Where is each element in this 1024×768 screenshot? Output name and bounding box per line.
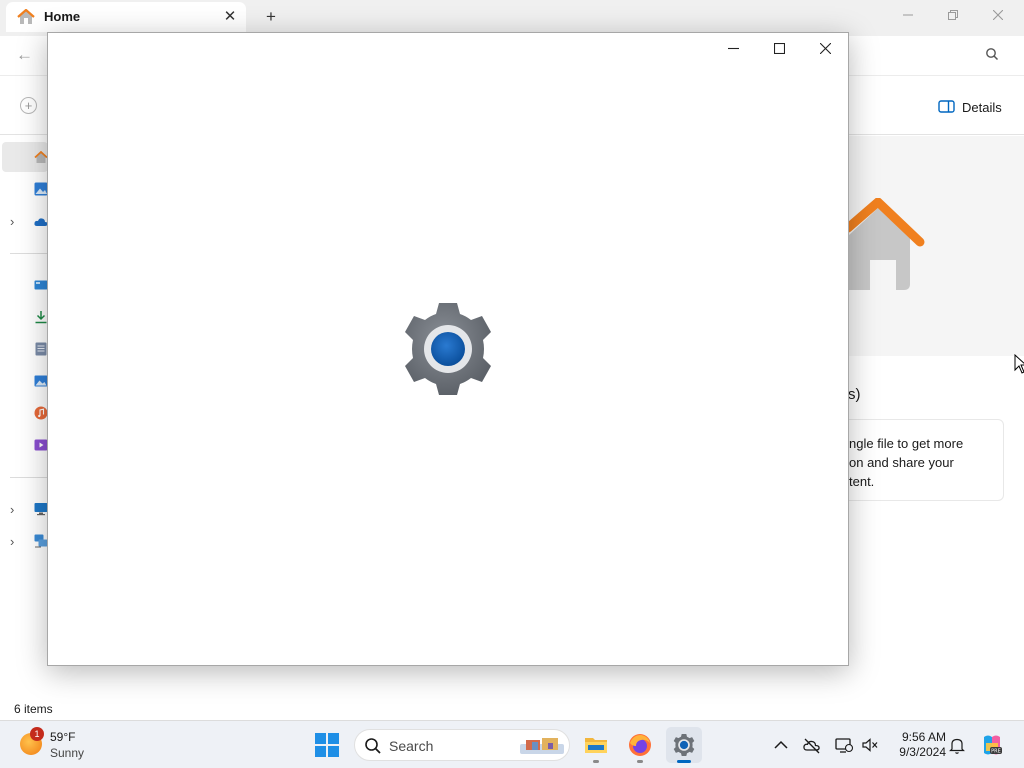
running-indicator <box>593 760 599 763</box>
nav-divider <box>10 253 50 254</box>
details-info-card: ngle file to get more on and share your … <box>838 419 1004 501</box>
system-clock[interactable]: 9:56 AM 9/3/2024 <box>884 730 946 760</box>
taskbar-search-label: Search <box>389 738 434 754</box>
minimize-icon <box>903 14 913 16</box>
search-icon <box>365 738 381 754</box>
home-icon <box>34 151 48 163</box>
taskbar-search-box[interactable]: Search <box>354 729 570 761</box>
nav-divider <box>10 477 50 478</box>
minimize-icon <box>727 47 739 50</box>
new-item-button[interactable]: + <box>20 97 37 114</box>
maximize-icon <box>773 42 785 55</box>
gallery-icon[interactable] <box>34 182 48 196</box>
explorer-minimize-button[interactable] <box>895 4 921 26</box>
network-icon[interactable] <box>834 735 854 755</box>
firefox-icon <box>629 734 651 756</box>
new-tab-button[interactable]: + <box>260 6 282 28</box>
search-icon[interactable] <box>985 47 999 61</box>
network-icon[interactable] <box>34 534 48 548</box>
weather-temperature: 59°F <box>50 730 76 744</box>
copilot-icon[interactable]: PRE <box>980 733 1004 757</box>
music-icon[interactable] <box>34 406 48 420</box>
explorer-close-button[interactable] <box>985 4 1011 26</box>
settings-minimize-button[interactable] <box>717 37 749 63</box>
onedrive-offline-icon[interactable] <box>802 735 822 755</box>
tab-title: Home <box>44 9 81 24</box>
chevron-right-icon[interactable]: › <box>10 534 14 549</box>
taskbar: 1 59°F Sunny Search 9:56 AM 9/3/2024 PRE <box>0 720 1024 768</box>
tab-home[interactable]: Home ✕ <box>6 2 246 32</box>
clock-date: 9/3/2024 <box>899 745 946 759</box>
active-indicator <box>677 760 691 763</box>
home-hero-area <box>848 136 1024 356</box>
details-label: Details <box>962 100 1002 115</box>
desktop-folder-icon[interactable] <box>34 278 48 292</box>
documents-icon[interactable] <box>34 342 48 356</box>
back-button[interactable]: ← <box>16 45 33 65</box>
search-highlight-icon <box>520 738 564 754</box>
start-button[interactable] <box>314 732 340 758</box>
downloads-icon[interactable] <box>34 310 48 324</box>
details-info-text: ngle file to get more on and share your … <box>849 436 964 489</box>
settings-window <box>47 32 849 666</box>
taskbar-app-firefox[interactable] <box>622 727 658 763</box>
close-icon <box>992 9 1004 21</box>
taskbar-app-file-explorer[interactable] <box>578 727 614 763</box>
status-item-count: 6 items <box>14 702 53 716</box>
settings-maximize-button[interactable] <box>763 37 795 63</box>
file-explorer-icon <box>585 738 607 753</box>
settings-gear-icon <box>673 734 695 756</box>
chevron-right-icon[interactable]: › <box>10 214 14 229</box>
volume-icon[interactable] <box>860 735 880 755</box>
restore-icon <box>948 10 958 20</box>
weather-widget[interactable]: 1 59°F Sunny <box>20 727 100 761</box>
this-pc-icon[interactable] <box>34 502 48 516</box>
explorer-title-bar: Home ✕ + <box>0 0 1024 36</box>
home-large-icon <box>848 198 925 290</box>
navigation-pane: › › › <box>0 136 50 696</box>
weather-condition: Sunny <box>50 746 85 760</box>
mouse-cursor-icon <box>1014 354 1024 374</box>
pictures-icon[interactable] <box>34 374 48 388</box>
details-pane-icon <box>938 100 955 113</box>
notification-badge: 1 <box>30 727 44 741</box>
clock-time: 9:56 AM <box>901 730 946 744</box>
notification-bell-icon[interactable] <box>947 735 967 755</box>
explorer-restore-button[interactable] <box>940 4 966 26</box>
tab-close-button[interactable]: ✕ <box>220 7 240 27</box>
details-heading-partial: s) <box>848 386 861 403</box>
svg-text:PRE: PRE <box>991 749 1001 755</box>
close-icon <box>819 42 831 55</box>
home-icon <box>17 9 35 24</box>
running-indicator <box>637 760 643 763</box>
chevron-right-icon[interactable]: › <box>10 502 14 517</box>
taskbar-app-settings[interactable] <box>666 727 702 763</box>
onedrive-icon[interactable] <box>34 215 48 229</box>
chevron-up-icon[interactable] <box>771 735 791 755</box>
videos-icon[interactable] <box>34 438 48 452</box>
settings-close-button[interactable] <box>809 37 841 63</box>
nav-item-home[interactable] <box>2 142 48 172</box>
settings-gear-icon <box>405 303 491 395</box>
